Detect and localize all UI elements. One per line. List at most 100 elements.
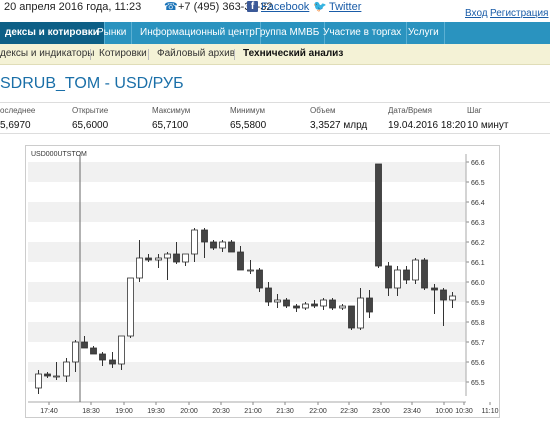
phone-number: +7 (495) 363-32-32 [178,1,273,13]
candle-body [237,251,244,271]
current-date: 20 апреля 2016 года, 11:23 [4,1,142,13]
y-tick-label: 65.5 [471,380,485,387]
y-tick-label: 66.0 [471,280,485,287]
candle-body [164,253,171,259]
candle-body [339,305,346,309]
candle-body [320,299,327,307]
main-nav: дексы и котировки Рынки Информационный ц… [0,22,550,44]
facebook-icon[interactable]: f [247,1,258,12]
y-tick-label: 66.6 [471,160,485,167]
y-tick-label: 66.4 [471,200,485,207]
candle-body [127,277,134,337]
candle-body [99,353,106,361]
main-nav-trading[interactable]: Участие в торгах [318,22,408,44]
stats-header-volume: Объем [310,106,336,115]
facebook-link[interactable]: Facebook [261,1,309,13]
top-bar: 20 апреля 2016 года, 11:23 ☎ +7 (495) 36… [0,0,550,19]
grid-band [28,202,466,222]
candle-body [394,269,401,289]
main-nav-info-center[interactable]: Информационный центр [135,22,261,44]
x-tick-label: 22:30 [340,408,358,415]
main-nav-mmvb-group[interactable]: Группа ММВБ [250,22,326,44]
twitter-link[interactable]: Twitter [329,1,361,13]
candle-body [191,229,198,255]
stats-header-datetime: Дата/Время [388,106,433,115]
candle-body [118,335,125,365]
y-tick-label: 66.3 [471,220,485,227]
sub-nav-divider [148,49,149,60]
x-tick-label: 22:00 [309,408,327,415]
x-tick-label: 23:00 [372,408,390,415]
candle-body [201,229,208,243]
stats-open: 65,6000 [72,120,109,131]
candle-body [63,361,70,377]
candle-body [357,297,364,329]
main-nav-markets[interactable]: Рынки [92,22,133,44]
y-tick-label: 66.5 [471,180,485,187]
page-title: SDRUB_TOM - USD/РУБ [0,75,184,92]
candle-body [421,259,428,289]
candle-body [311,303,318,307]
candle-body [329,299,336,309]
phone-icon: ☎ [164,1,178,13]
candle-body [293,305,300,309]
stats-datetime: 19.04.2016 18:20 [388,120,466,131]
x-tick-label: 20:00 [180,408,198,415]
x-tick-label: 10:30 [455,408,473,415]
x-tick-label: 20:30 [212,408,230,415]
x-tick-label: 10:00 [435,408,453,415]
sub-nav-indicators[interactable]: дексы и индикаторы [0,44,94,64]
sub-nav-divider [90,49,91,60]
stats-step: 10 минут [467,120,509,131]
candle-body [375,163,382,267]
main-nav-services[interactable]: Услуги [403,22,445,44]
candle-body [366,297,373,313]
stats-header-low: Минимум [230,106,266,115]
grid-band [28,362,466,382]
stats-last: 5,6970 [0,120,31,131]
candlestick-chart[interactable]: USD000UTSTOM 66.6 66.5 66.4 66.3 66.2 66.1 66.0… [25,145,500,418]
grid-band [28,322,466,342]
y-tick-label: 66.2 [471,240,485,247]
sub-nav: дексы и индикаторы Котировки Файловый ар… [0,44,550,65]
candle-body [219,241,226,249]
register-link[interactable]: Регистрация [490,8,548,19]
stats-header-last: оследнее [0,106,36,115]
y-tick-label: 65.6 [471,360,485,367]
candle-body [173,253,180,263]
candle-body [302,303,309,309]
login-link[interactable]: Вход [465,8,488,19]
candle-body [385,265,392,289]
x-tick-label: 11:10 [482,408,499,415]
candle-body [35,373,42,389]
candle-body [109,359,116,365]
stats-header-open: Открытие [72,106,109,115]
candle-body [440,289,447,301]
sub-nav-technical-analysis[interactable]: Технический анализ [243,44,343,64]
twitter-icon[interactable]: 🐦 [313,0,327,13]
chart-instrument-label: USD000UTSTOM [31,151,87,158]
x-tick-label: 21:30 [276,408,294,415]
stats-header-step: Шаг [467,106,482,115]
x-tick-label: 19:30 [147,408,165,415]
stats-volume: 3,3527 млрд [310,120,368,131]
candle-body [449,295,456,301]
candle-body [247,269,254,272]
y-tick-label: 65.9 [471,300,485,307]
main-nav-indices[interactable]: дексы и котировки [0,22,105,44]
sub-nav-file-archive[interactable]: Файловый архив [157,44,235,64]
chart-canvas: USD000UTSTOM 66.6 66.5 66.4 66.3 66.2 66.1 66.0… [28,151,499,415]
candle-body [145,257,152,261]
candle-body [210,241,217,249]
candle-body [256,269,263,289]
candle-body [90,347,97,355]
stats-table: оследнее Открытие Максимум Минимум Объем… [0,102,550,134]
candle-body [403,269,410,281]
y-tick-label: 65.8 [471,320,485,327]
candle-body [228,241,235,253]
stats-header-high: Максимум [152,106,191,115]
sub-nav-quotes[interactable]: Котировки [99,44,147,64]
y-tick-label: 66.1 [471,260,485,267]
stats-low: 65,5800 [230,120,267,131]
x-tick-label: 23:40 [403,408,421,415]
